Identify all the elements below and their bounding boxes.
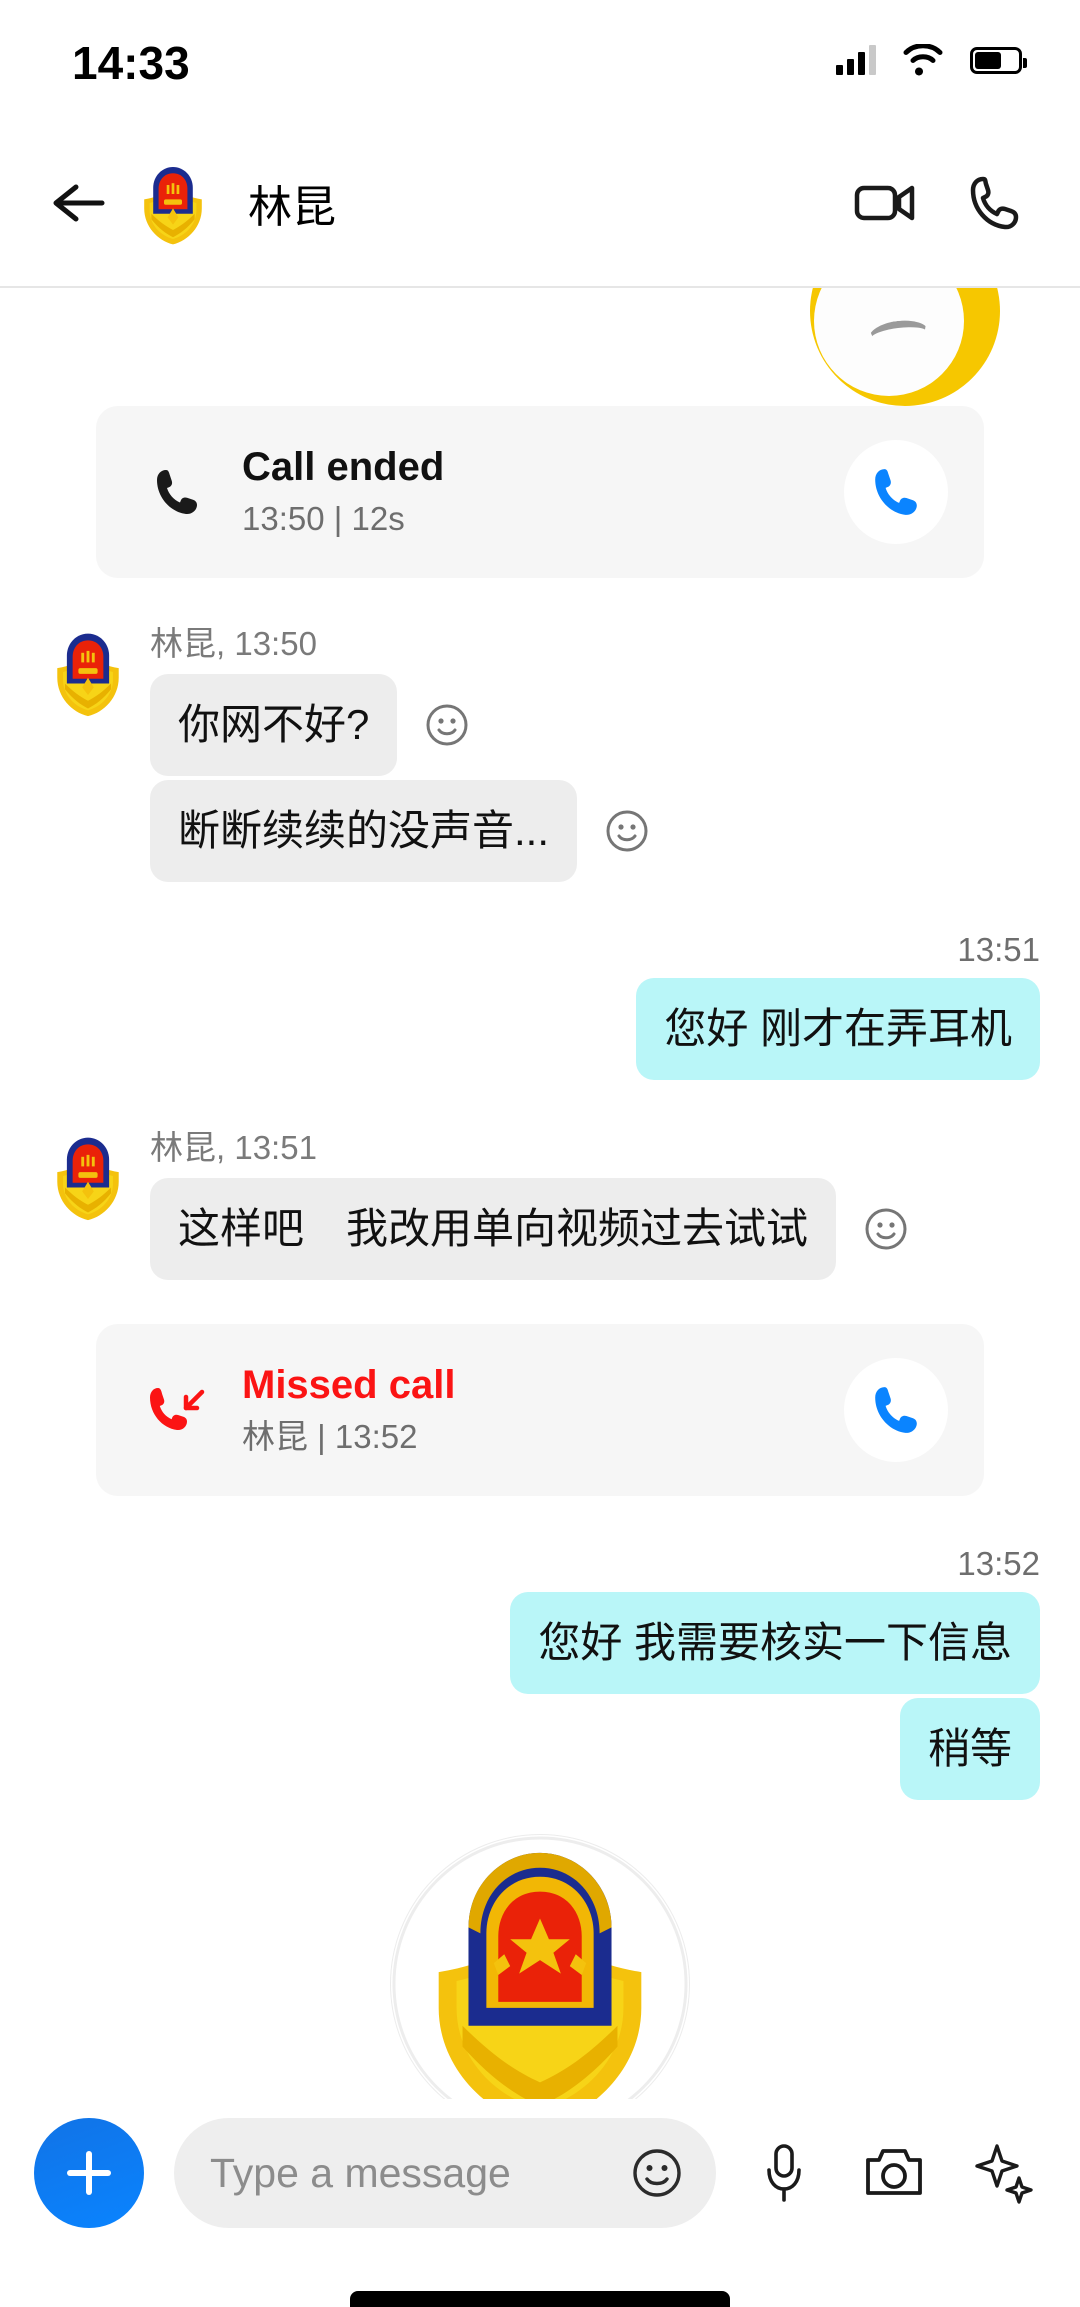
smiley-reaction-icon[interactable] — [858, 1201, 914, 1257]
smiley-reaction-icon[interactable] — [599, 803, 655, 859]
status-time: 14:33 — [72, 37, 190, 89]
message-bubble[interactable]: 您好 我需要核实一下信息 — [510, 1592, 1040, 1694]
callback-button[interactable] — [844, 440, 948, 544]
message-list[interactable]: Call ended 13:50 | 12s 林昆, 13:50 你网不好? 断… — [0, 288, 1080, 2099]
smiley-icon[interactable] — [624, 2140, 690, 2206]
home-indicator — [350, 2291, 730, 2307]
call-status-subtitle: 林昆 | 13:52 — [242, 1418, 418, 1455]
message-group: 13:51 您好 刚才在弄耳机 — [0, 930, 1080, 1084]
sender-label: 林昆, 13:51 — [150, 1129, 317, 1166]
call-ended-text: Call ended 13:50 | 12s — [242, 441, 844, 543]
message-group: 林昆, 13:50 你网不好? 断断续续的没声音... — [0, 624, 1080, 886]
call-status-title: Missed call — [242, 1363, 456, 1407]
add-attachment-button[interactable] — [34, 2118, 144, 2228]
message-column: 林昆, 13:50 你网不好? 断断续续的没声音... — [150, 624, 655, 886]
avatar[interactable] — [128, 158, 218, 248]
call-status-title: Call ended — [242, 445, 445, 489]
wifi-icon — [903, 44, 943, 76]
call-status-subtitle: 13:50 | 12s — [242, 500, 405, 537]
message-item: 这样吧 我改用单向视频过去试试 — [150, 1178, 914, 1280]
message-column: 13:51 您好 刚才在弄耳机 — [636, 930, 1040, 1084]
message-item: 你网不好? — [150, 674, 655, 776]
phone-icon — [142, 457, 212, 527]
camera-icon[interactable] — [852, 2131, 936, 2215]
missed-call-card[interactable]: Missed call 林昆 | 13:52 — [96, 1324, 984, 1496]
chat-header: 林昆 — [0, 120, 1080, 288]
phone-callback-icon — [875, 1387, 917, 1433]
message-bubble[interactable]: 这样吧 我改用单向视频过去试试 — [150, 1178, 837, 1280]
back-arrow-icon[interactable] — [40, 165, 116, 241]
message-bubble[interactable]: 断断续续的没声音... — [150, 780, 578, 882]
message-input[interactable]: Type a message — [174, 2118, 716, 2228]
police-emblem-icon — [392, 1836, 688, 2099]
message-bubble[interactable]: 稍等 — [899, 1698, 1040, 1800]
phone-icon[interactable] — [962, 170, 1028, 236]
avatar[interactable] — [40, 1128, 136, 1224]
avatar[interactable] — [40, 624, 136, 720]
microphone-icon[interactable] — [742, 2131, 826, 2215]
police-emblem-icon — [40, 624, 136, 720]
message-group: 林昆, 13:51 这样吧 我改用单向视频过去试试 — [0, 1128, 1080, 1284]
message-group: 13:52 您好 我需要核实一下信息 稍等 — [0, 1544, 1080, 1804]
status-indicators — [836, 44, 1027, 76]
battery-icon — [970, 46, 1027, 74]
message-column: 13:52 您好 我需要核实一下信息 稍等 — [510, 1544, 1040, 1804]
police-emblem-icon — [128, 158, 218, 248]
page-title: 林昆 — [248, 183, 336, 232]
sender-label: 林昆, 13:50 — [150, 625, 317, 662]
message-bubble[interactable]: 你网不好? — [150, 674, 398, 776]
missed-call-text: Missed call 林昆 | 13:52 — [242, 1359, 844, 1461]
smiley-reaction-icon[interactable] — [419, 697, 475, 753]
video-camera-icon[interactable] — [852, 170, 918, 236]
message-timestamp: 13:52 — [957, 1545, 1040, 1582]
signal-icon — [836, 45, 876, 75]
message-item: 您好 我需要核实一下信息 — [510, 1592, 1040, 1694]
phone-callback-icon — [875, 469, 917, 515]
message-timestamp: 13:51 — [957, 931, 1040, 968]
search-input-placeholder[interactable]: Type a message — [210, 2150, 624, 2197]
message-column: 林昆, 13:51 这样吧 我改用单向视频过去试试 — [150, 1128, 914, 1284]
sparkle-ai-icon[interactable] — [962, 2131, 1046, 2215]
callback-button[interactable] — [844, 1358, 948, 1462]
image-message[interactable] — [0, 1834, 1080, 2099]
message-item: 稍等 — [899, 1698, 1040, 1800]
message-item: 断断续续的没声音... — [150, 780, 655, 882]
status-bar: 14:33 — [0, 0, 1080, 120]
missed-call-icon — [142, 1375, 212, 1445]
message-input-bar: Type a message — [0, 2099, 1080, 2307]
police-emblem-image — [390, 1834, 690, 2099]
header-actions — [852, 170, 1028, 236]
call-ended-card[interactable]: Call ended 13:50 | 12s — [96, 406, 984, 578]
police-emblem-icon — [40, 1128, 136, 1224]
message-item: 您好 刚才在弄耳机 — [636, 978, 1040, 1080]
message-bubble[interactable]: 您好 刚才在弄耳机 — [636, 978, 1040, 1080]
